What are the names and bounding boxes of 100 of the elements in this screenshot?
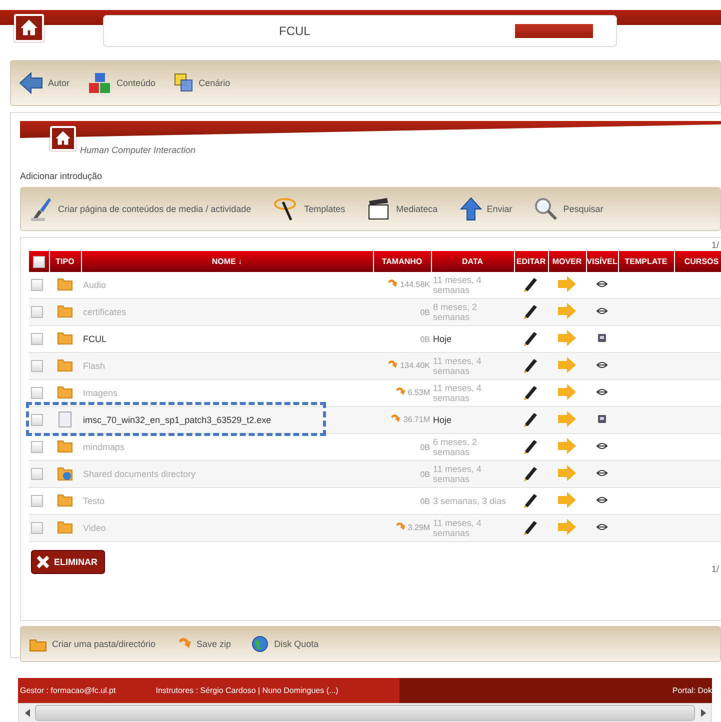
- pencil-icon[interactable]: [524, 411, 538, 427]
- search-icon: [534, 197, 558, 221]
- move-arrow-icon[interactable]: [557, 464, 577, 482]
- pencil-icon[interactable]: [524, 519, 538, 535]
- closed-eye-icon[interactable]: [596, 522, 608, 532]
- add-intro-link[interactable]: Adicionar introdução: [20, 171, 102, 181]
- scroll-thumb[interactable]: [35, 705, 695, 721]
- file-size: 3.29M: [408, 522, 430, 532]
- row-checkbox[interactable]: [31, 468, 43, 480]
- scroll-right-icon[interactable]: [700, 709, 706, 717]
- home-icon[interactable]: [14, 14, 44, 42]
- pencil-icon[interactable]: [524, 330, 538, 346]
- closed-eye-icon[interactable]: [596, 306, 608, 316]
- file-date: 11 meses, 4 semanas: [431, 460, 514, 488]
- closed-eye-icon[interactable]: [596, 495, 608, 505]
- horizontal-scrollbar[interactable]: [18, 703, 712, 722]
- pencil-icon[interactable]: [524, 465, 538, 481]
- file-size: 0B: [420, 470, 430, 478]
- move-arrow-icon[interactable]: [557, 275, 577, 293]
- course-title: Human Computer Interaction: [80, 145, 196, 155]
- move-arrow-icon[interactable]: [557, 302, 577, 320]
- move-arrow-icon[interactable]: [557, 329, 577, 347]
- closed-eye-icon[interactable]: [596, 387, 608, 397]
- file-size: 134.40K: [400, 360, 430, 370]
- site-title: FCUL: [279, 24, 310, 38]
- instructors-text: Instrutores : Sérgio Cardoso | Nuno Domingues (...): [156, 686, 338, 695]
- file-date: Hoje: [431, 406, 514, 434]
- zip-icon[interactable]: [394, 521, 406, 533]
- page-indicator: 1/: [711, 564, 719, 574]
- column-header[interactable]: MOVER: [548, 251, 586, 272]
- zip-icon[interactable]: [394, 386, 406, 398]
- zip-icon[interactable]: [386, 278, 398, 290]
- delete-button[interactable]: ELIMINAR: [31, 550, 104, 574]
- column-header[interactable]: CURSOS: [674, 251, 721, 272]
- tool-link[interactable]: Pesquisar: [563, 204, 604, 214]
- row-checkbox[interactable]: [31, 387, 43, 399]
- select-all-checkbox[interactable]: [32, 256, 45, 268]
- file-size: 0B: [420, 496, 430, 506]
- pencil-icon[interactable]: [524, 276, 538, 292]
- row-checkbox[interactable]: [31, 279, 43, 291]
- move-arrow-icon[interactable]: [557, 491, 577, 509]
- folder-icon: [57, 358, 73, 372]
- toolbar-link[interactable]: Criar uma pasta/directório: [52, 639, 156, 649]
- closed-eye-icon[interactable]: [596, 360, 608, 370]
- move-arrow-icon[interactable]: [557, 518, 577, 536]
- zip-icon[interactable]: [386, 359, 398, 371]
- row-checkbox[interactable]: [31, 522, 43, 534]
- toolbar-link[interactable]: Autor: [48, 78, 70, 88]
- tool-link[interactable]: Criar página de conteúdos de media / actividade: [58, 204, 252, 214]
- pencil-icon[interactable]: [524, 384, 538, 400]
- toolbar-link[interactable]: Conteúdo: [116, 78, 156, 88]
- page-indicator: 1/: [711, 240, 719, 250]
- tool-link[interactable]: Mediateca: [396, 204, 438, 214]
- move-arrow-icon[interactable]: [557, 356, 577, 374]
- eye-icon[interactable]: [596, 333, 608, 343]
- pencil-icon[interactable]: [524, 357, 538, 373]
- move-arrow-icon[interactable]: [557, 383, 577, 401]
- row-checkbox[interactable]: [31, 495, 43, 507]
- clapperboard-icon: [367, 197, 392, 221]
- shared-folder-icon: [57, 466, 73, 480]
- scroll-left-icon[interactable]: [24, 709, 30, 717]
- globe-icon: [251, 635, 270, 653]
- eye-icon[interactable]: [596, 414, 608, 424]
- toolbar-link[interactable]: Cenário: [198, 78, 230, 88]
- toolbar-link[interactable]: Save zip: [196, 639, 232, 649]
- column-header[interactable]: NOME ↓: [81, 251, 373, 272]
- column-header[interactable]: EDITAR: [514, 251, 548, 272]
- file-date: 8 meses, 2 semanas: [431, 298, 514, 326]
- column-header[interactable]: TAMANHO: [373, 251, 431, 272]
- file-date: 11 meses, 4 semanas: [431, 514, 514, 542]
- closed-eye-icon[interactable]: [596, 279, 608, 289]
- close-icon: [36, 555, 50, 569]
- zip-icon[interactable]: [389, 413, 402, 425]
- file-name-link[interactable]: imsc_70_win32_en_sp1_patch3_63529_t2.exe: [81, 406, 373, 434]
- pencil-icon[interactable]: [524, 438, 538, 454]
- column-header[interactable]: TIPO: [49, 251, 81, 272]
- squares-icon: [174, 73, 194, 93]
- column-header[interactable]: DATA: [431, 251, 514, 272]
- row-checkbox[interactable]: [31, 414, 43, 426]
- cubes-icon: [88, 72, 112, 94]
- pencil-icon[interactable]: [524, 492, 538, 508]
- folder-icon: [57, 493, 73, 507]
- tool-link[interactable]: Templates: [304, 204, 346, 214]
- closed-eye-icon[interactable]: [596, 468, 608, 478]
- row-checkbox[interactable]: [31, 441, 43, 453]
- column-header[interactable]: VISÍVEL: [586, 251, 618, 272]
- tool-link[interactable]: Enviar: [486, 204, 512, 214]
- folder-icon: [57, 304, 73, 318]
- row-checkbox[interactable]: [31, 360, 43, 372]
- row-checkbox[interactable]: [31, 306, 43, 318]
- home-icon[interactable]: [50, 126, 76, 151]
- row-checkbox[interactable]: [31, 333, 43, 345]
- closed-eye-icon[interactable]: [596, 441, 608, 451]
- file-date: 11 meses, 4 semanas: [431, 352, 514, 380]
- toolbar-link[interactable]: Disk Quota: [274, 639, 319, 649]
- move-arrow-icon[interactable]: [557, 410, 577, 428]
- column-header[interactable]: TEMPLATE: [618, 251, 674, 272]
- file-size: 36.71M: [403, 414, 430, 424]
- pencil-icon[interactable]: [524, 303, 538, 319]
- move-arrow-icon[interactable]: [557, 437, 577, 455]
